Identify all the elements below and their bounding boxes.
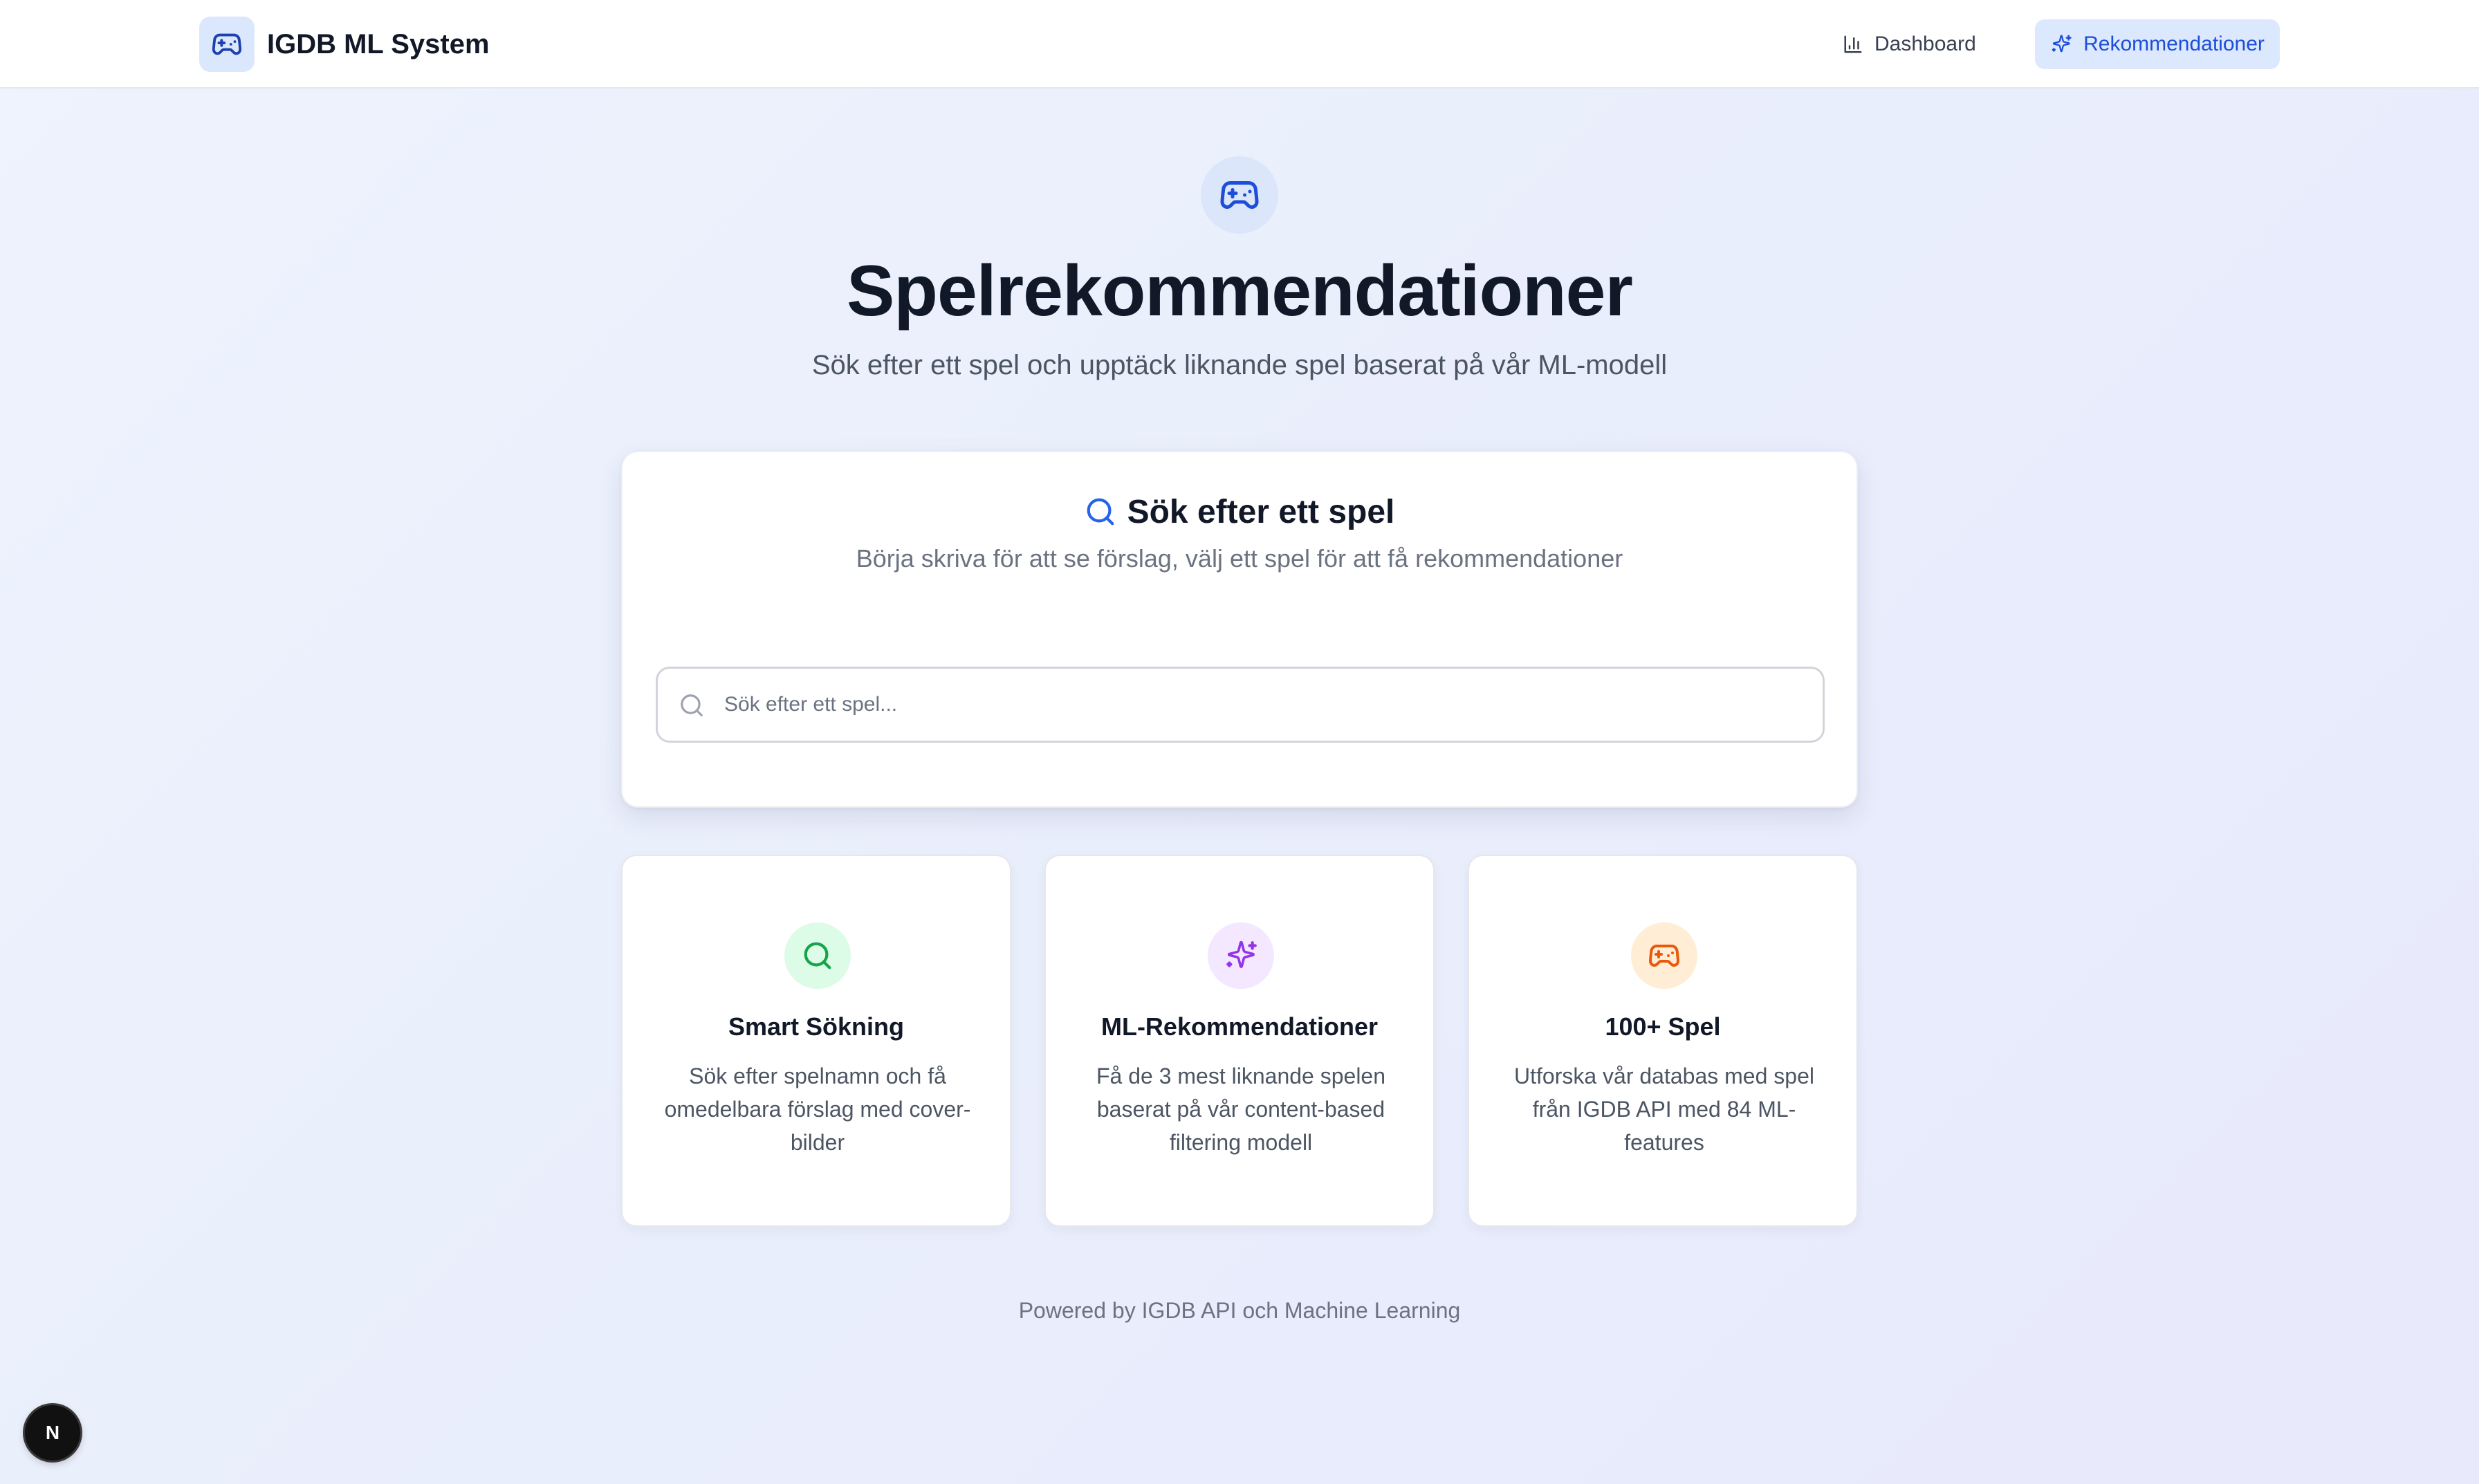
feature-description: Sök efter spelnamn och få omedelbara för…: [664, 1064, 971, 1155]
gamepad-icon: [199, 17, 255, 72]
feature-title: ML-Rekommendationer: [1100, 1012, 1379, 1041]
search-icon: [679, 692, 705, 718]
dev-tools-button[interactable]: N: [25, 1405, 80, 1460]
nav-item-label: Rekommendationer: [2083, 33, 2265, 55]
feature-title: 100+ Spel: [1605, 1012, 1721, 1041]
search-field[interactable]: [656, 667, 1825, 743]
search-card: Sök efter ett spel Börja skriva för att …: [621, 451, 1858, 808]
footer-text: Powered by IGDB API och Machine Learning: [1018, 1298, 1461, 1323]
search-card-description: Börja skriva för att se förslag, välj et…: [856, 544, 1623, 573]
bar-chart-icon: [1843, 34, 1863, 55]
top-navbar: IGDB ML System Dashboard Rekommendatione…: [0, 0, 2479, 89]
feature-card-smart-search: Smart Sökning Sök efter spelnamn och få …: [621, 855, 1011, 1227]
feature-description: Utforska vår databas med spel från IGDB …: [1514, 1064, 1814, 1155]
dev-badge-letter: N: [46, 1422, 59, 1443]
feature-card-games: 100+ Spel Utforska vår databas med spel …: [1468, 855, 1858, 1227]
feature-title: Smart Sökning: [728, 1012, 905, 1041]
sparkles-icon: [2050, 33, 2072, 55]
nav-item-label: Dashboard: [1874, 33, 1976, 55]
search-card-title: Sök efter ett spel: [1127, 493, 1395, 530]
search-icon: [1085, 496, 1116, 528]
next-logo-icon: N: [46, 1422, 59, 1443]
feature-description: Få de 3 mest liknande spelen baserat på …: [1096, 1064, 1386, 1155]
gamepad-icon: [1631, 922, 1697, 989]
search-input[interactable]: [724, 669, 1803, 741]
sparkles-icon: [1208, 922, 1274, 989]
page-subtitle: Sök efter ett spel och upptäck liknande …: [811, 350, 1668, 380]
page-title: Spelrekommendationer: [847, 251, 1633, 331]
search-icon: [784, 922, 851, 989]
brand[interactable]: IGDB ML System: [199, 17, 490, 72]
search-card-header: Sök efter ett spel: [623, 491, 1856, 532]
app-title: IGDB ML System: [267, 28, 490, 59]
feature-card-ml-recommendations: ML-Rekommendationer Få de 3 mest liknand…: [1044, 855, 1435, 1227]
nav-item-rekommendationer[interactable]: Rekommendationer: [2035, 19, 2280, 69]
nav-item-dashboard[interactable]: Dashboard: [1826, 19, 1993, 69]
gamepad-icon: [1201, 156, 1278, 234]
